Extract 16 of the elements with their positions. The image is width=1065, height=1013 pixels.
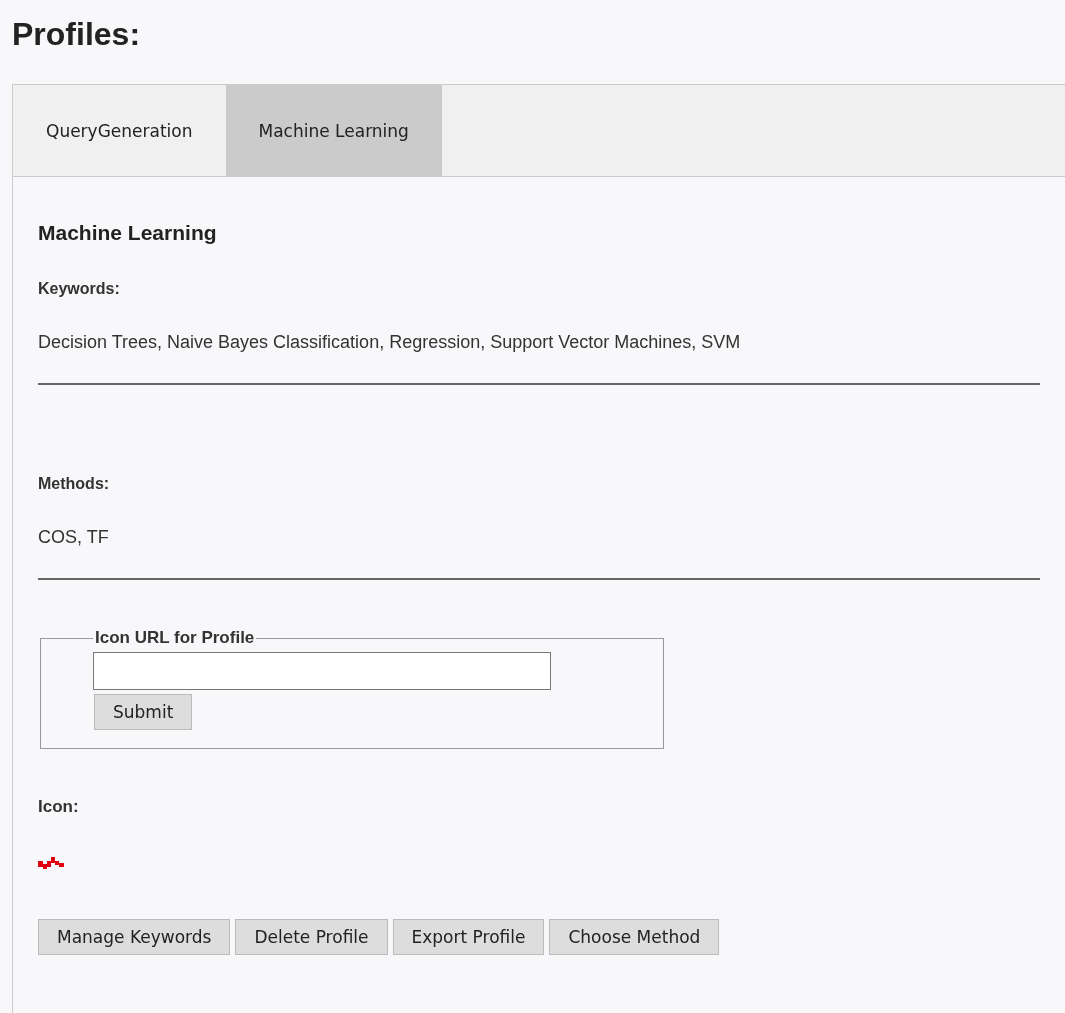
fieldset-legend: Icon URL for Profile xyxy=(93,628,257,648)
submit-button[interactable]: Submit xyxy=(94,694,193,730)
page-title: Profiles: xyxy=(12,15,142,54)
profile-icon xyxy=(38,855,66,869)
action-button[interactable]: Delete Profile xyxy=(235,919,388,955)
tab[interactable]: Machine Learning xyxy=(225,85,442,176)
action-button[interactable]: Export Profile xyxy=(392,919,545,955)
section-value: Decision Trees, Naive Bayes Classification, Regression, Support Vector Machines, SVM xyxy=(38,332,742,353)
icon-url-input[interactable] xyxy=(93,652,551,690)
profile-heading: Machine Learning xyxy=(38,221,218,245)
action-button[interactable]: Choose Method xyxy=(549,919,720,955)
section-label: Keywords: xyxy=(38,280,121,298)
icon-label: Icon: xyxy=(38,797,80,817)
action-button[interactable]: Manage Keywords xyxy=(38,919,231,955)
section-value: COS, TF xyxy=(38,527,110,548)
section-label: Methods: xyxy=(38,475,111,493)
